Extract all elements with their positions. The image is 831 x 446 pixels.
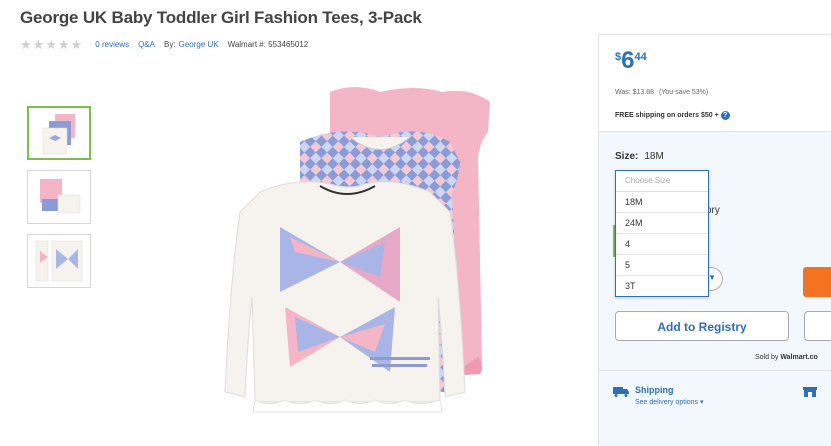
product-title: George UK Baby Toddler Girl Fashion Tees… — [20, 8, 422, 27]
thumbnail-list — [27, 106, 91, 298]
product-meta: ★ ★ ★ ★ ★ 0 reviews Q&A By: George UK Wa… — [20, 38, 317, 51]
savings-text: (You save 53%) — [659, 89, 709, 96]
add-to-registry-button[interactable]: Add to Registry — [615, 311, 789, 341]
help-icon[interactable]: ? — [720, 111, 730, 120]
delivery-options-link[interactable]: See delivery options ▾ — [635, 398, 704, 406]
reviews-link[interactable]: 0 reviews — [95, 40, 129, 49]
store-icon — [803, 387, 817, 397]
star-icon: ★ — [70, 37, 83, 52]
sold-by: Sold by Walmart.co — [755, 354, 818, 361]
add-to-cart-button[interactable] — [803, 267, 831, 297]
was-price-text: Was: $13.88 — [615, 89, 655, 96]
thumbnail-image — [42, 114, 75, 155]
free-shipping-text: FREE shipping on orders $50 + — [615, 112, 719, 119]
size-option[interactable]: 4 — [616, 234, 708, 255]
chevron-down-icon: ▼ — [708, 273, 716, 282]
size-dropdown[interactable]: Choose Size 18M 24M 4 5 3T — [615, 170, 709, 297]
shipping-title: Shipping — [635, 385, 674, 395]
size-option[interactable]: 5 — [616, 255, 708, 276]
size-option[interactable]: 3T — [616, 276, 708, 296]
price: $644 — [615, 47, 647, 75]
thumbnail-image — [35, 240, 83, 282]
truck-icon — [613, 387, 629, 397]
secondary-button[interactable] — [804, 311, 831, 341]
shipping-section: Shipping See delivery options ▾ — [613, 385, 704, 406]
price-cents: 44 — [634, 51, 647, 63]
free-shipping-note: FREE shipping on orders $50 + ? — [615, 111, 730, 120]
delivery-options-text: See delivery options — [635, 399, 699, 406]
price-currency: $ — [615, 51, 622, 63]
size-selected: 18M — [644, 151, 664, 162]
item-number: Walmart #: 553465012 — [227, 40, 309, 49]
was-price: Was: $13.88 (You save 53%) — [615, 89, 708, 96]
star-icon: ★ — [20, 37, 32, 52]
buy-box: $644 Was: $13.88 (You save 53%) FREE shi… — [598, 34, 831, 446]
size-option[interactable]: 24M — [616, 213, 708, 234]
qa-link[interactable]: Q&A — [138, 40, 155, 49]
divider — [599, 370, 831, 371]
thumbnail-3[interactable] — [27, 234, 91, 288]
brand-link[interactable]: George UK — [179, 40, 219, 49]
rating-stars[interactable]: ★ ★ ★ ★ ★ — [20, 38, 83, 51]
sold-by-prefix: Sold by — [755, 354, 779, 361]
thumbnail-2[interactable] — [27, 170, 91, 224]
price-dollars: 6 — [621, 47, 635, 74]
thumbnail-image — [40, 179, 81, 214]
size-dropdown-placeholder: Choose Size — [616, 171, 708, 192]
thumbnail-1[interactable] — [27, 106, 91, 160]
star-icon: ★ — [45, 37, 57, 52]
star-icon: ★ — [32, 37, 45, 52]
size-selection: Size: 18M — [615, 151, 664, 162]
size-option[interactable]: 18M — [616, 192, 708, 213]
size-label: Size: — [615, 151, 639, 162]
chevron-down-icon: ▾ — [700, 399, 704, 406]
star-icon: ★ — [57, 37, 70, 52]
seller-name: Walmart.co — [780, 354, 818, 361]
by-label: By: — [163, 40, 176, 49]
product-main-image — [224, 87, 490, 413]
